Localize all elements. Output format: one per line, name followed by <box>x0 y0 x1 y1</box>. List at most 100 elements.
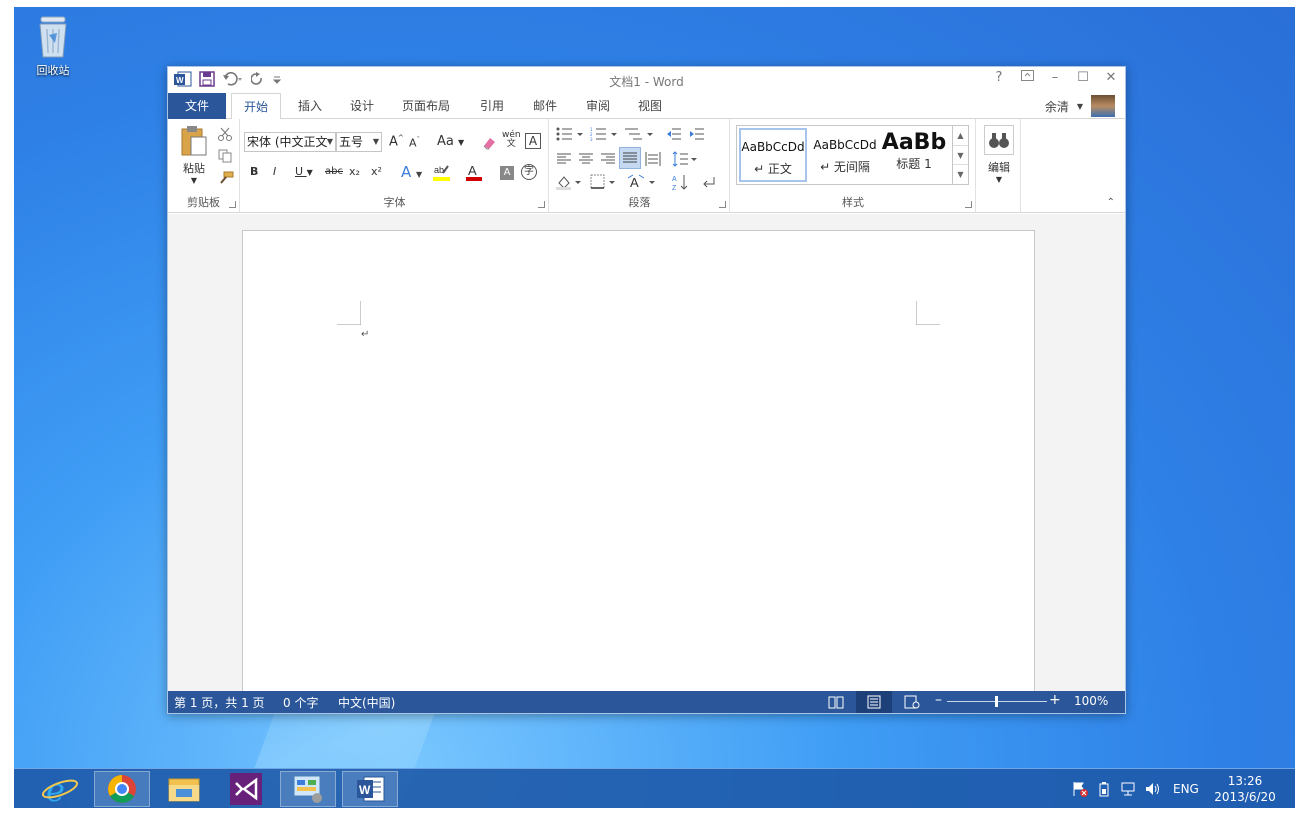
paste-button[interactable]: 粘贴 ▼ <box>174 125 214 185</box>
style-heading-1-name: 标题 1 <box>896 157 932 171</box>
style-no-spacing-name: ↵ 无间隔 <box>820 160 870 174</box>
tab-design[interactable]: 设计 <box>338 93 386 119</box>
font-launcher-icon[interactable] <box>538 201 545 208</box>
style-heading-1[interactable]: AaBb 标题 1 <box>881 128 947 182</box>
taskbar-control-panel[interactable] <box>280 771 336 807</box>
zoom-in-button[interactable]: + <box>1049 692 1061 708</box>
decrease-indent-icon[interactable] <box>666 127 682 141</box>
sort-icon[interactable]: AZ <box>671 173 689 191</box>
clipboard-launcher-icon[interactable] <box>229 201 236 208</box>
account-menu[interactable]: 余清 ▼ <box>1045 95 1115 117</box>
print-layout-button[interactable] <box>856 691 892 713</box>
recycle-bin-shortcut[interactable]: 回收站 <box>28 15 78 78</box>
highlight-button[interactable]: ab <box>433 163 451 184</box>
font-color-icon: A <box>466 163 482 181</box>
superscript-button[interactable]: x² <box>371 165 382 178</box>
phonetic-guide-button[interactable]: wén 文 <box>502 131 521 149</box>
justify-icon <box>623 152 637 163</box>
clock[interactable]: 13:26 2013/6/20 <box>1206 769 1284 805</box>
zoom-level[interactable]: 100% <box>1074 694 1108 708</box>
tab-references[interactable]: 引用 <box>468 93 516 119</box>
taskbar-ie[interactable]: e <box>32 771 88 809</box>
font-name-value: 宋体 (中文正文 <box>247 135 328 149</box>
zoom-out-button[interactable]: – <box>935 692 942 708</box>
style-no-spacing[interactable]: AaBbCcDd ↵ 无间隔 <box>811 128 879 182</box>
recycle-bin-icon <box>36 15 70 59</box>
line-spacing-icon[interactable] <box>672 151 698 167</box>
minimize-button[interactable]: – <box>1047 70 1063 85</box>
zoom-slider-thumb[interactable] <box>995 696 998 707</box>
ribbon-display-icon <box>1020 70 1034 81</box>
multilevel-list-icon[interactable] <box>624 127 654 141</box>
close-button[interactable]: ✕ <box>1103 70 1119 85</box>
tab-view[interactable]: 视图 <box>626 93 674 119</box>
tab-review[interactable]: 审阅 <box>574 93 622 119</box>
taskbar-visual-studio[interactable] <box>218 771 274 807</box>
document-page[interactable]: ↵ <box>242 230 1035 700</box>
align-center-icon[interactable] <box>578 152 594 166</box>
control-panel-icon <box>293 775 322 803</box>
collapse-ribbon-icon[interactable]: ⌃ <box>1107 197 1115 208</box>
subscript-button[interactable]: x₂ <box>349 165 360 178</box>
input-language[interactable]: ENG <box>1173 782 1199 796</box>
change-case-button[interactable]: Aa ▼ <box>437 134 464 149</box>
increase-indent-icon[interactable] <box>689 127 705 141</box>
borders-icon[interactable] <box>590 174 618 190</box>
bullets-icon[interactable] <box>556 127 584 141</box>
web-layout-icon[interactable] <box>904 695 920 709</box>
power-icon[interactable] <box>1096 781 1112 797</box>
align-right-icon[interactable] <box>600 152 616 166</box>
page-count[interactable]: 第 1 页，共 1 页 <box>174 694 265 711</box>
styles-launcher-icon[interactable] <box>965 201 972 208</box>
taskbar-chrome[interactable] <box>94 771 150 807</box>
document-area: ↵ <box>168 214 1125 700</box>
tab-mailings[interactable]: 邮件 <box>521 93 569 119</box>
paragraph-launcher-icon[interactable] <box>719 201 726 208</box>
chinese-layout-icon[interactable]: A <box>628 174 658 190</box>
tab-page-layout[interactable]: 页面布局 <box>394 93 458 119</box>
group-editing: 编辑 ▼ <box>977 119 1021 213</box>
character-shading-button[interactable]: A <box>500 166 514 180</box>
taskbar-word[interactable]: W <box>342 771 398 807</box>
numbering-icon[interactable]: 123 <box>590 127 618 141</box>
format-painter-icon[interactable] <box>218 171 234 185</box>
language-status[interactable]: 中文(中国) <box>338 694 395 711</box>
shrink-font-button[interactable]: Aˇ <box>409 136 420 150</box>
tab-home[interactable]: 开始 <box>231 93 281 120</box>
tab-file[interactable]: 文件 <box>168 93 226 119</box>
bold-button[interactable]: B <box>250 165 258 178</box>
styles-more-icon[interactable]: ▼ <box>953 164 968 183</box>
volume-icon[interactable] <box>1144 781 1162 797</box>
style-normal[interactable]: AaBbCcDd ↵ 正文 <box>739 128 807 182</box>
show-hide-marks-icon[interactable] <box>702 175 716 189</box>
cut-icon[interactable] <box>218 127 232 141</box>
align-left-icon[interactable] <box>556 152 572 166</box>
ribbon-display-options-button[interactable] <box>1019 70 1035 85</box>
word-count[interactable]: 0 个字 <box>283 694 318 711</box>
justify-button[interactable] <box>619 147 641 169</box>
copy-icon[interactable] <box>218 149 232 163</box>
editing-button[interactable]: 编辑 ▼ <box>982 125 1016 184</box>
action-center-flag-icon[interactable] <box>1072 781 1088 797</box>
styles-scroll-up-icon[interactable]: ▲ <box>953 126 968 145</box>
enclose-characters-button[interactable]: 字 <box>521 164 537 180</box>
strikethrough-button[interactable]: abc <box>325 166 343 177</box>
font-name-combo[interactable]: 宋体 (中文正文 ▼ <box>244 132 336 152</box>
network-icon[interactable] <box>1120 781 1136 797</box>
distributed-icon[interactable] <box>645 151 661 167</box>
help-button[interactable]: ? <box>991 70 1007 85</box>
text-effects-button[interactable]: A ▼ <box>401 163 422 181</box>
read-mode-icon[interactable] <box>828 695 844 709</box>
shading-icon[interactable] <box>556 174 584 190</box>
font-size-combo[interactable]: 五号 ▼ <box>336 132 382 152</box>
grow-font-button[interactable]: A^ <box>389 134 404 149</box>
font-color-button[interactable]: A <box>466 163 482 184</box>
tab-insert[interactable]: 插入 <box>286 93 334 119</box>
underline-button[interactable]: U ▼ <box>295 165 313 178</box>
character-border-button[interactable]: A <box>525 133 541 149</box>
taskbar-file-explorer[interactable] <box>156 771 212 807</box>
styles-scroll-down-icon[interactable]: ▼ <box>953 145 968 164</box>
maximize-button[interactable]: ☐ <box>1075 70 1091 85</box>
clear-formatting-icon[interactable] <box>481 135 497 151</box>
italic-button[interactable]: I <box>273 165 276 178</box>
